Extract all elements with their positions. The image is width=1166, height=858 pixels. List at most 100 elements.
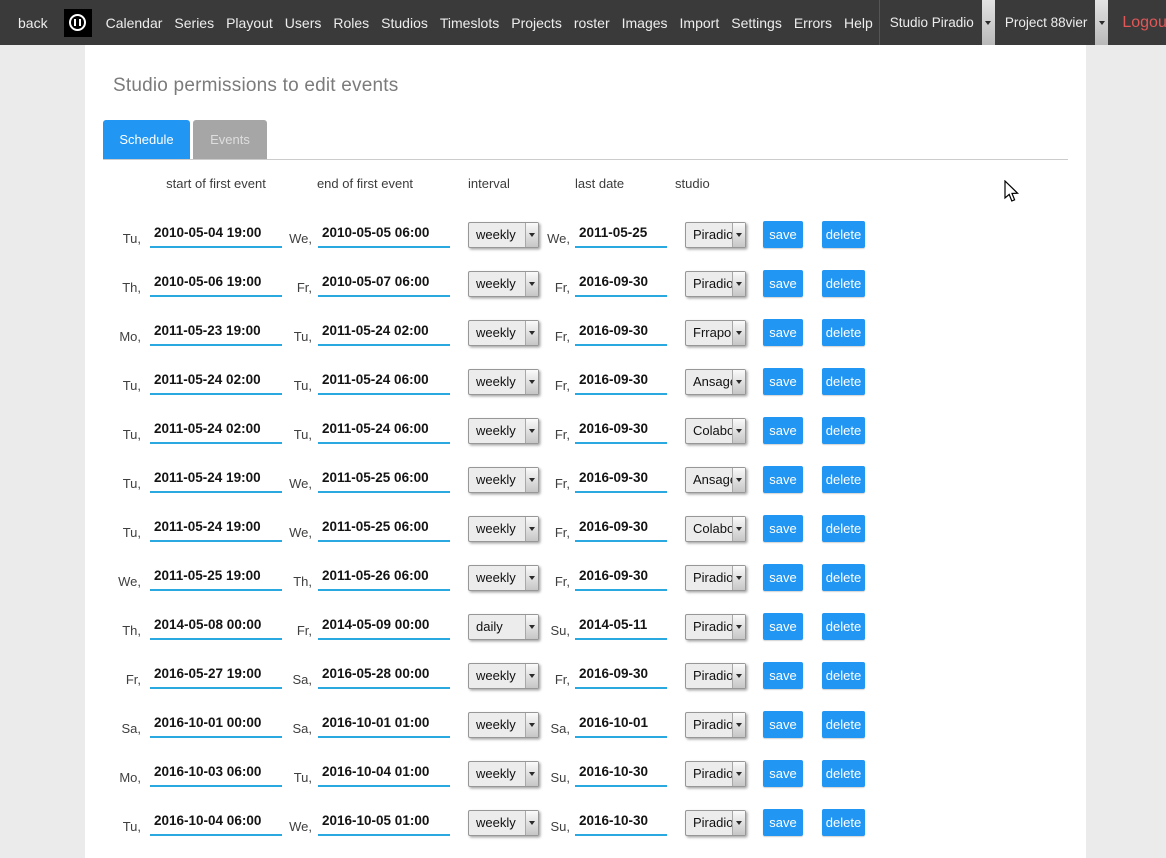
last-date-input[interactable]	[575, 320, 667, 346]
nav-item-images[interactable]: Images	[622, 15, 668, 31]
chevron-down-icon[interactable]	[525, 419, 538, 443]
last-date-input[interactable]	[575, 712, 667, 738]
logout-link[interactable]: Logout	[1122, 14, 1166, 32]
studio-select[interactable]: Studio Piradio	[880, 0, 995, 45]
save-button[interactable]: save	[763, 368, 803, 395]
studio-row-select[interactable]: Ansage	[685, 369, 746, 395]
delete-button[interactable]: delete	[822, 711, 865, 738]
end-datetime-input[interactable]	[318, 663, 450, 689]
end-datetime-input[interactable]	[318, 712, 450, 738]
start-datetime-input[interactable]	[150, 712, 282, 738]
chevron-down-icon[interactable]	[525, 811, 538, 835]
studio-row-select[interactable]: Ansage	[685, 467, 746, 493]
last-date-input[interactable]	[575, 761, 667, 787]
nav-item-users[interactable]: Users	[285, 15, 322, 31]
end-datetime-input[interactable]	[318, 222, 450, 248]
chevron-down-icon[interactable]	[732, 566, 745, 590]
delete-button[interactable]: delete	[822, 515, 865, 542]
chevron-down-icon[interactable]	[732, 762, 745, 786]
delete-button[interactable]: delete	[822, 417, 865, 444]
delete-button[interactable]: delete	[822, 319, 865, 346]
start-datetime-input[interactable]	[150, 516, 282, 542]
last-date-input[interactable]	[575, 516, 667, 542]
save-button[interactable]: save	[763, 711, 803, 738]
chevron-down-icon[interactable]	[525, 615, 538, 639]
chevron-down-icon[interactable]	[732, 811, 745, 835]
nav-item-studios[interactable]: Studios	[381, 15, 428, 31]
nav-item-errors[interactable]: Errors	[794, 15, 832, 31]
save-button[interactable]: save	[763, 466, 803, 493]
interval-select[interactable]: weekly	[468, 467, 539, 493]
start-datetime-input[interactable]	[150, 663, 282, 689]
end-datetime-input[interactable]	[318, 467, 450, 493]
nav-item-help[interactable]: Help	[844, 15, 873, 31]
delete-button[interactable]: delete	[822, 809, 865, 836]
chevron-down-icon[interactable]	[732, 713, 745, 737]
chevron-down-icon[interactable]	[732, 370, 745, 394]
interval-select[interactable]: weekly	[468, 222, 539, 248]
save-button[interactable]: save	[763, 662, 803, 689]
chevron-down-icon[interactable]	[732, 615, 745, 639]
end-datetime-input[interactable]	[318, 516, 450, 542]
delete-button[interactable]: delete	[822, 466, 865, 493]
chevron-down-icon[interactable]	[732, 664, 745, 688]
last-date-input[interactable]	[575, 222, 667, 248]
start-datetime-input[interactable]	[150, 761, 282, 787]
interval-select[interactable]: daily	[468, 614, 539, 640]
chevron-down-icon[interactable]	[525, 272, 538, 296]
chevron-down-icon[interactable]	[525, 370, 538, 394]
delete-button[interactable]: delete	[822, 662, 865, 689]
start-datetime-input[interactable]	[150, 614, 282, 640]
nav-item-series[interactable]: Series	[174, 15, 214, 31]
interval-select[interactable]: weekly	[468, 810, 539, 836]
nav-item-roles[interactable]: Roles	[333, 15, 369, 31]
nav-item-import[interactable]: Import	[680, 15, 720, 31]
studio-row-select[interactable]: Piradio	[685, 614, 746, 640]
project-select[interactable]: Project 88vier	[995, 0, 1109, 45]
save-button[interactable]: save	[763, 515, 803, 542]
nav-item-timeslots[interactable]: Timeslots	[440, 15, 499, 31]
end-datetime-input[interactable]	[318, 614, 450, 640]
start-datetime-input[interactable]	[150, 222, 282, 248]
chevron-down-icon[interactable]	[525, 713, 538, 737]
studio-row-select[interactable]: Piradio	[685, 761, 746, 787]
chevron-down-icon[interactable]	[732, 272, 745, 296]
last-date-input[interactable]	[575, 663, 667, 689]
delete-button[interactable]: delete	[822, 221, 865, 248]
save-button[interactable]: save	[763, 270, 803, 297]
studio-row-select[interactable]: Piradio	[685, 271, 746, 297]
delete-button[interactable]: delete	[822, 368, 865, 395]
last-date-input[interactable]	[575, 614, 667, 640]
chevron-down-icon[interactable]	[732, 321, 745, 345]
interval-select[interactable]: weekly	[468, 516, 539, 542]
interval-select[interactable]: weekly	[468, 320, 539, 346]
end-datetime-input[interactable]	[318, 369, 450, 395]
save-button[interactable]: save	[763, 221, 803, 248]
end-datetime-input[interactable]	[318, 418, 450, 444]
nav-item-playout[interactable]: Playout	[226, 15, 273, 31]
interval-select[interactable]: weekly	[468, 565, 539, 591]
end-datetime-input[interactable]	[318, 761, 450, 787]
interval-select[interactable]: weekly	[468, 761, 539, 787]
chevron-down-icon[interactable]	[982, 0, 995, 45]
studio-row-select[interactable]: Frrapo	[685, 320, 746, 346]
interval-select[interactable]: weekly	[468, 418, 539, 444]
nav-item-calendar[interactable]: Calendar	[106, 15, 163, 31]
end-datetime-input[interactable]	[318, 320, 450, 346]
end-datetime-input[interactable]	[318, 810, 450, 836]
start-datetime-input[interactable]	[150, 369, 282, 395]
studio-row-select[interactable]: Piradio	[685, 663, 746, 689]
tab-schedule[interactable]: Schedule	[103, 120, 190, 159]
nav-item-settings[interactable]: Settings	[731, 15, 782, 31]
chevron-down-icon[interactable]	[525, 762, 538, 786]
interval-select[interactable]: weekly	[468, 663, 539, 689]
end-datetime-input[interactable]	[318, 271, 450, 297]
interval-select[interactable]: weekly	[468, 271, 539, 297]
save-button[interactable]: save	[763, 809, 803, 836]
studio-row-select[interactable]: Piradio	[685, 222, 746, 248]
app-logo-icon[interactable]	[64, 9, 92, 37]
start-datetime-input[interactable]	[150, 467, 282, 493]
start-datetime-input[interactable]	[150, 271, 282, 297]
start-datetime-input[interactable]	[150, 418, 282, 444]
last-date-input[interactable]	[575, 418, 667, 444]
